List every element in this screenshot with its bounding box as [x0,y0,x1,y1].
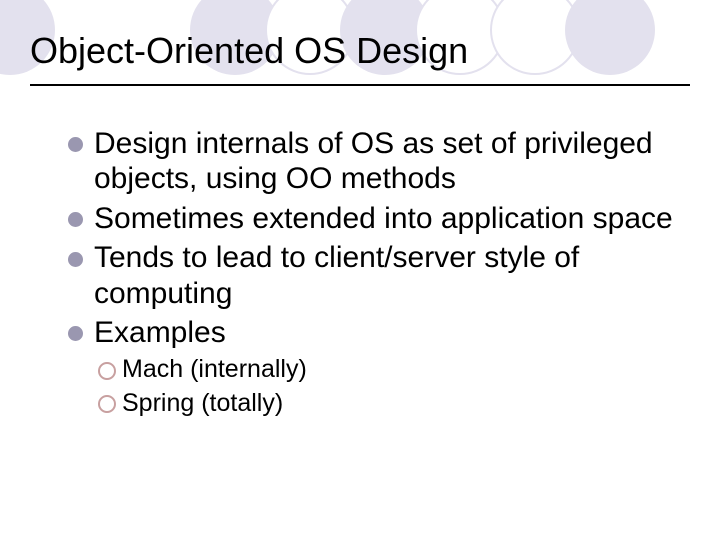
sub-bullet-item: Mach (internally) [98,354,690,385]
sub-bullet-list: Mach (internally) Spring (totally) [68,354,690,419]
bullet-list: Design internals of OS as set of privile… [30,126,690,419]
slide-content: Object-Oriented OS Design Design interna… [0,0,720,419]
bullet-item: Tends to lead to client/server style of … [68,240,690,311]
bullet-item: Examples [68,315,690,350]
bullet-item: Design internals of OS as set of privile… [68,126,690,197]
sub-bullet-item: Spring (totally) [98,388,690,419]
slide-title: Object-Oriented OS Design [30,30,690,86]
bullet-item: Sometimes extended into application spac… [68,201,690,236]
